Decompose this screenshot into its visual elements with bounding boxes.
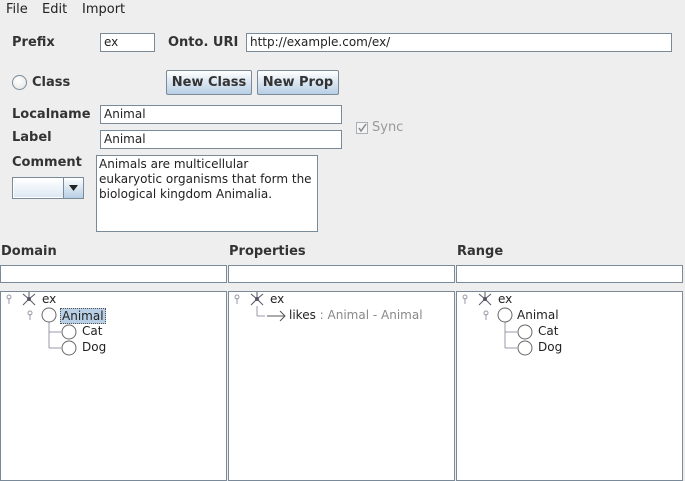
domain-tree[interactable]: ex Animal Cat Dog [0,291,227,481]
class-icon [61,324,77,340]
properties-label: Properties [229,244,306,259]
tree-connector-lines [462,292,533,356]
tree-node-child[interactable]: Cat [538,324,558,338]
combo-field [14,179,64,197]
range-filter-input[interactable] [456,265,683,283]
comment-textarea[interactable]: Animals are multicellular eukaryotic org… [96,155,318,232]
label-field-label: Label [12,130,52,145]
tree-node-child[interactable]: Cat [82,324,102,338]
checkmark-icon [358,123,367,133]
ontology-icon [22,292,36,306]
menu-import[interactable]: Import [82,2,125,17]
class-radio[interactable] [12,75,27,90]
tree-node-child[interactable]: Dog [82,340,106,354]
class-icon [61,340,77,356]
tree-node-root[interactable]: ex [270,292,284,306]
prefix-label: Prefix [12,35,55,50]
tree-connector-lines [6,292,77,356]
new-class-button[interactable]: New Class [166,70,252,95]
arrow-right-icon [267,310,286,322]
comment-label: Comment [12,155,82,170]
comment-language-select[interactable] [12,177,84,199]
properties-tree[interactable]: ex likes : Animal - Animal [228,291,455,481]
property-detail: : Animal - Animal [319,308,423,322]
domain-label: Domain [1,244,57,259]
range-tree[interactable]: ex Animal Cat Dog [456,291,683,481]
class-radio-label: Class [32,75,71,90]
combo-arrow-button[interactable] [63,178,83,198]
tree-node-root[interactable]: ex [42,292,56,306]
class-icon [517,324,533,340]
localname-input[interactable]: Animal [100,105,342,124]
property-name: likes [289,308,316,322]
properties-filter-input[interactable] [228,265,455,283]
sync-label: Sync [372,120,404,135]
tree-node-root[interactable]: ex [498,292,512,306]
sync-checkbox[interactable] [356,122,368,134]
class-icon [497,307,513,323]
label-input[interactable]: Animal [100,130,342,149]
chevron-down-icon [69,185,78,191]
prefix-input[interactable]: ex [100,33,155,52]
menu-bar: File Edit Import [0,0,685,20]
menu-edit[interactable]: Edit [42,2,67,17]
onto-uri-input[interactable]: http://example.com/ex/ [246,33,672,52]
class-icon [41,307,57,323]
domain-filter-input[interactable] [0,265,227,283]
tree-node-class[interactable]: Animal [517,308,559,322]
ontology-icon [478,292,492,306]
tree-node-selected-class[interactable]: Animal [60,308,106,324]
class-icon [517,340,533,356]
new-prop-button[interactable]: New Prop [257,70,339,95]
onto-uri-label: Onto. URI [168,35,239,50]
range-label: Range [457,244,504,259]
ontology-icon [250,292,264,306]
tree-node-child[interactable]: Dog [538,340,562,354]
menu-file[interactable]: File [6,2,28,17]
localname-label: Localname [12,107,91,122]
tree-node-property[interactable]: likes : Animal - Animal [289,308,423,322]
